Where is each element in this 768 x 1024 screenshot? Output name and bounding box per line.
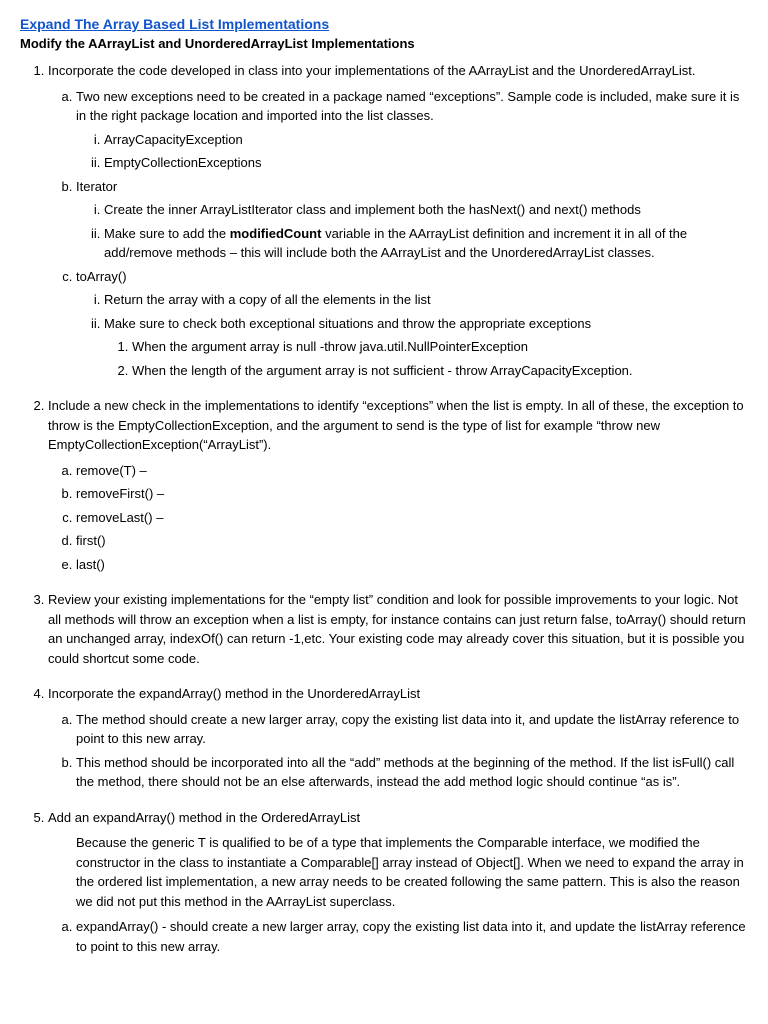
item-text: remove(T) – [76,463,147,478]
roman-list: Create the inner ArrayListIterator class… [76,200,748,263]
section-text: Review your existing implementations for… [48,592,746,666]
list-item: This method should be incorporated into … [76,753,748,792]
list-item: expandArray() - should create a new larg… [76,917,748,956]
item-text: This method should be incorporated into … [76,755,734,790]
list-item: Include a new check in the implementatio… [48,396,748,574]
list-item: The method should create a new larger ar… [76,710,748,749]
list-item: When the argument array is null -throw j… [132,337,748,357]
list-item: last() [76,555,748,575]
item-text: removeLast() – [76,510,163,525]
alpha-list: Two new exceptions need to be created in… [48,87,748,381]
item-text: Return the array with a copy of all the … [104,292,431,307]
alpha-list: remove(T) – removeFirst() – removeLast()… [48,461,748,575]
list-item: removeFirst() – [76,484,748,504]
item-text: Two new exceptions need to be created in… [76,89,739,124]
item-text: Iterator [76,179,117,194]
list-item: EmptyCollectionExceptions [104,153,748,173]
item-text: ArrayCapacityException [104,132,243,147]
section-text: Include a new check in the implementatio… [48,398,744,452]
page-title: Expand The Array Based List Implementati… [20,16,748,32]
item-text: first() [76,533,106,548]
list-item: Make sure to add the modifiedCount varia… [104,224,748,263]
item-text: toArray() [76,269,127,284]
list-item: first() [76,531,748,551]
list-item: Review your existing implementations for… [48,590,748,668]
item-text: expandArray() - should create a new larg… [76,919,746,954]
bold-text: modifiedCount [230,226,322,241]
item-text: EmptyCollectionExceptions [104,155,262,170]
list-item: toArray() Return the array with a copy o… [76,267,748,381]
roman-list: Return the array with a copy of all the … [76,290,748,380]
list-item: Incorporate the code developed in class … [48,61,748,380]
item-text: When the length of the argument array is… [132,363,633,378]
list-item: Iterator Create the inner ArrayListItera… [76,177,748,263]
item-text: Make sure to check both exceptional situ… [104,316,591,331]
list-item: removeLast() – [76,508,748,528]
list-item: Incorporate the expandArray() method in … [48,684,748,792]
item-text: When the argument array is null -throw j… [132,339,528,354]
alpha-list: expandArray() - should create a new larg… [48,917,748,956]
section-text: Incorporate the code developed in class … [48,63,695,78]
alpha-list: The method should create a new larger ar… [48,710,748,792]
list-item: When the length of the argument array is… [132,361,748,381]
main-list: Incorporate the code developed in class … [20,61,748,956]
list-item: Create the inner ArrayListIterator class… [104,200,748,220]
list-item: Make sure to check both exceptional situ… [104,314,748,381]
item-text: last() [76,557,105,572]
roman-list: ArrayCapacityException EmptyCollectionEx… [76,130,748,173]
list-item: Two new exceptions need to be created in… [76,87,748,173]
page-subtitle: Modify the AArrayList and UnorderedArray… [20,36,748,51]
list-item: Add an expandArray() method in the Order… [48,808,748,957]
item-text: removeFirst() – [76,486,164,501]
item-text: Create the inner ArrayListIterator class… [104,202,641,217]
list-item: ArrayCapacityException [104,130,748,150]
list-item: Return the array with a copy of all the … [104,290,748,310]
item-text: The method should create a new larger ar… [76,712,739,747]
intro-block: Because the generic T is qualified to be… [48,833,748,911]
decimal-list: When the argument array is null -throw j… [104,337,748,380]
intro-text: Because the generic T is qualified to be… [76,833,748,911]
section-text: Incorporate the expandArray() method in … [48,686,420,701]
list-item: remove(T) – [76,461,748,481]
section-text: Add an expandArray() method in the Order… [48,810,360,825]
